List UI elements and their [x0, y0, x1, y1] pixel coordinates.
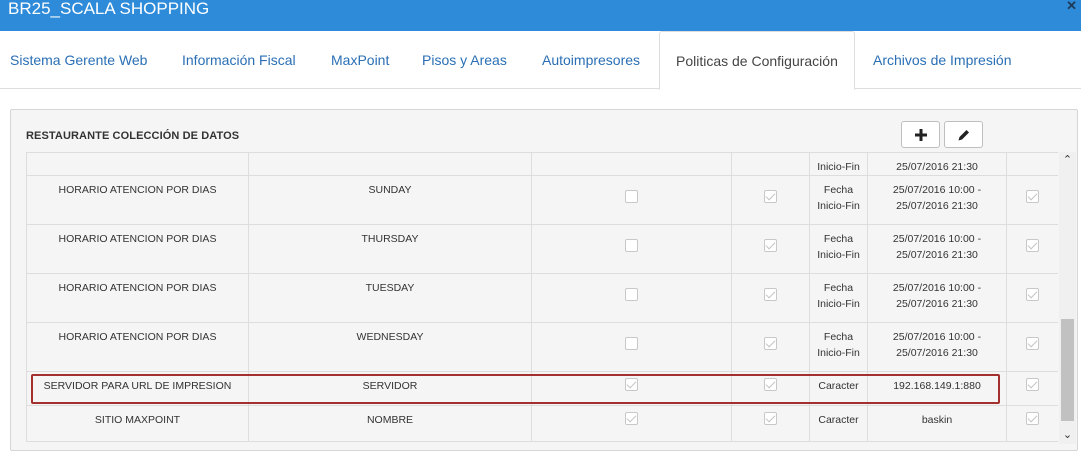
- parameter-cell: SUNDAY: [248, 175, 532, 225]
- check-cell: [531, 152, 732, 176]
- checkbox-checked[interactable]: [764, 190, 777, 203]
- parameter-cell: [248, 152, 532, 176]
- checkbox[interactable]: [625, 239, 638, 252]
- checkbox-checked[interactable]: [764, 337, 777, 350]
- value-cell: 25/07/2016 10:00 -25/07/2016 21:30: [867, 175, 1007, 225]
- add-button[interactable]: [901, 121, 940, 148]
- policy-cell: HORARIO ATENCION POR DIAS: [26, 224, 249, 274]
- active-checkbox[interactable]: [1026, 337, 1039, 350]
- value-cell: 25/07/2016 10:00 -25/07/2016 21:30: [867, 273, 1007, 323]
- scroll-down-icon[interactable]: ⌄: [1059, 427, 1076, 444]
- checkbox[interactable]: [625, 337, 638, 350]
- checkbox-checked[interactable]: [764, 412, 777, 425]
- vertical-scrollbar[interactable]: ⌃ ⌄: [1059, 152, 1076, 444]
- table-row[interactable]: HORARIO ATENCION POR DIAS THURSDAY Fecha…: [26, 224, 1058, 274]
- parameter-cell: THURSDAY: [248, 224, 532, 274]
- active-checkbox[interactable]: [1026, 412, 1039, 425]
- window-title: BR25_SCALA SHOPPING: [8, 0, 210, 18]
- checkbox-checked[interactable]: [764, 239, 777, 252]
- title-bar: BR25_SCALA SHOPPING ✕: [0, 0, 1081, 31]
- parameter-cell: TUESDAY: [248, 273, 532, 323]
- highlight-box: [31, 374, 1000, 404]
- close-icon[interactable]: ✕: [1066, 0, 1077, 12]
- panel-title: RESTAURANTE COLECCIÓN DE DATOS: [26, 130, 240, 142]
- policy-cell: SITIO MAXPOINT: [26, 405, 249, 442]
- active-checkbox[interactable]: [1026, 190, 1039, 203]
- table-row[interactable]: HORARIO ATENCION POR DIAS WEDNESDAY Fech…: [26, 322, 1058, 372]
- table-row[interactable]: HORARIO ATENCION POR DIAS TUESDAY Fecha I…: [26, 273, 1058, 323]
- table-row[interactable]: SITIO MAXPOINT NOMBRE Caracter baskin: [26, 405, 1058, 442]
- active-checkbox[interactable]: [1026, 378, 1039, 391]
- tab-bar: Sistema Gerente Web Información Fiscal M…: [0, 31, 1081, 90]
- type-cell: Fecha Inicio-Fin: [809, 224, 868, 274]
- policy-cell: [26, 152, 249, 176]
- checkbox[interactable]: [625, 190, 638, 203]
- value-cell: 25/07/2016 10:00 -25/07/2016 21:30: [867, 322, 1007, 372]
- table-row[interactable]: Inicio-Fin 25/07/2016 21:30: [26, 152, 1058, 176]
- checkbox-checked[interactable]: [625, 412, 638, 425]
- type-cell: Caracter: [809, 405, 868, 442]
- parameter-cell: NOMBRE: [248, 405, 532, 442]
- checkbox-checked[interactable]: [764, 288, 777, 301]
- tab-politicas-de-configuracion[interactable]: Politicas de Configuración: [659, 31, 855, 90]
- value-cell: baskin: [867, 405, 1007, 442]
- tab-archivos-de-impresion[interactable]: Archivos de Impresión: [857, 31, 1028, 89]
- pencil-icon: [958, 129, 969, 140]
- policy-cell: HORARIO ATENCION POR DIAS: [26, 175, 249, 225]
- scroll-up-icon[interactable]: ⌃: [1059, 152, 1076, 169]
- type-cell: Fecha Inicio-Fin: [809, 273, 868, 323]
- value-cell: 25/07/2016 21:30: [867, 152, 1007, 176]
- tab-maxpoint[interactable]: MaxPoint: [315, 31, 405, 89]
- check-cell: [731, 152, 810, 176]
- plus-icon: [914, 128, 927, 141]
- tab-autoimpresores[interactable]: Autoimpresores: [526, 31, 656, 89]
- checkbox[interactable]: [625, 288, 638, 301]
- active-cell: [1006, 152, 1058, 176]
- edit-button[interactable]: [944, 121, 983, 148]
- active-checkbox[interactable]: [1026, 288, 1039, 301]
- table-row[interactable]: HORARIO ATENCION POR DIAS SUNDAY Fecha In…: [26, 175, 1058, 225]
- type-cell: Fecha Inicio-Fin: [809, 175, 868, 225]
- scroll-thumb[interactable]: [1061, 319, 1074, 421]
- value-cell: 25/07/2016 10:00 -25/07/2016 21:30: [867, 224, 1007, 274]
- type-cell: Fecha Inicio-Fin: [809, 322, 868, 372]
- policy-cell: HORARIO ATENCION POR DIAS: [26, 273, 249, 323]
- tab-pisos-y-areas[interactable]: Pisos y Areas: [406, 31, 523, 89]
- tab-sistema-gerente-web[interactable]: Sistema Gerente Web: [0, 31, 163, 89]
- policy-cell: HORARIO ATENCION POR DIAS: [26, 322, 249, 372]
- parameter-cell: WEDNESDAY: [248, 322, 532, 372]
- active-checkbox[interactable]: [1026, 239, 1039, 252]
- tab-informacion-fiscal[interactable]: Información Fiscal: [166, 31, 312, 89]
- type-cell: Inicio-Fin: [809, 152, 868, 176]
